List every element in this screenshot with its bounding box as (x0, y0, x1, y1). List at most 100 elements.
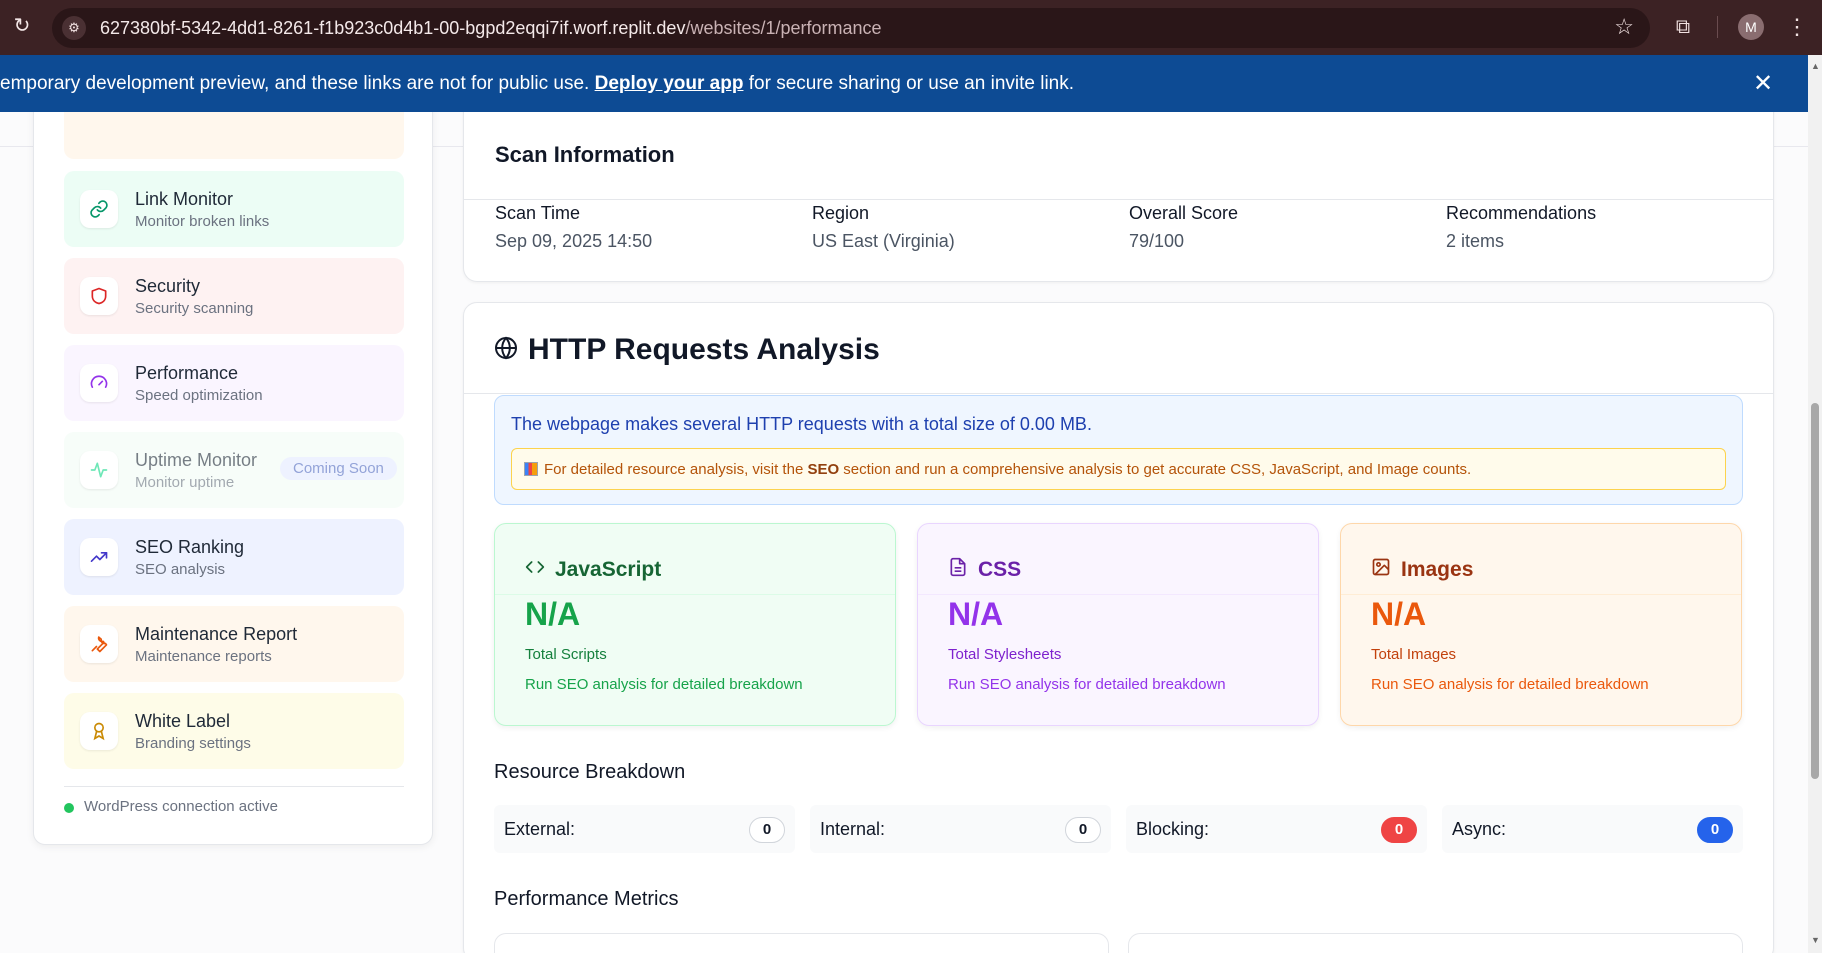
sidebar-item-sub: Maintenance reports (135, 648, 272, 665)
scan-field-score: Overall Score 79/100 (1129, 203, 1238, 252)
sidebar-item-seo-ranking[interactable]: SEO Ranking SEO analysis (64, 519, 404, 595)
performance-metrics-title: Performance Metrics (494, 888, 679, 910)
sidebar-item-white-label[interactable]: White Label Branding settings (64, 693, 404, 769)
http-title: HTTP Requests Analysis (528, 333, 880, 366)
card-divider (918, 594, 1318, 595)
bookmark-star-icon[interactable]: ☆ (1614, 14, 1634, 40)
breakdown-label: Internal: (820, 819, 886, 839)
resource-breakdown-title: Resource Breakdown (494, 761, 686, 783)
scan-field-label: Recommendations (1446, 203, 1597, 223)
trending-up-icon (80, 538, 118, 576)
code-icon (525, 557, 545, 583)
breakdown-count-badge: 0 (1381, 817, 1417, 843)
address-bar[interactable]: ⚙ 627380bf-5342-4dd1-8261-f1b923c0d4b1-0… (52, 8, 1650, 48)
scan-field-recommendations: Recommendations 2 items (1446, 203, 1596, 252)
scan-field-label: Scan Time (495, 203, 581, 223)
sidebar-item-maintenance-report[interactable]: Maintenance Report Maintenance reports (64, 606, 404, 682)
breakdown-label: Async: (1452, 819, 1507, 839)
seo-link[interactable]: SEO (807, 461, 839, 478)
sidebar-item-performance[interactable]: Performance Speed optimization (64, 345, 404, 421)
sidebar-item-label: Maintenance Report (135, 624, 298, 644)
breakdown-external: External: 0 (494, 805, 795, 853)
sidebar-item-label: SEO Ranking (135, 537, 245, 557)
sidebar-item-sub: Branding settings (135, 735, 251, 752)
sidebar-item-label: Link Monitor (135, 189, 234, 209)
http-summary-box: The webpage makes several HTTP requests … (494, 395, 1743, 505)
activity-icon (80, 451, 118, 489)
breakdown-count-badge: 0 (749, 817, 785, 843)
image-icon (1371, 557, 1391, 583)
url-text: 627380bf-5342-4dd1-8261-f1b923c0d4b1-00-… (100, 18, 882, 38)
preview-banner: emporary development preview, and these … (0, 55, 1808, 112)
scroll-down-icon[interactable]: ▼ (1811, 935, 1820, 945)
css-header: CSS (948, 557, 1021, 583)
page-scrollbar[interactable]: ▲ ▼ (1808, 55, 1822, 953)
breakdown-count-badge: 0 (1065, 817, 1101, 843)
gauge-icon (80, 364, 118, 402)
breakdown-count-badge: 0 (1697, 817, 1733, 843)
scan-field-value: 2 items (1446, 231, 1505, 251)
sidebar-item-label: White Label (135, 711, 231, 731)
sidebar-item-label: Performance (135, 363, 239, 383)
javascript-header: JavaScript (525, 557, 661, 583)
file-text-icon (948, 557, 968, 583)
sidebar-item-sub: Speed optimization (135, 387, 263, 404)
images-header: Images (1371, 557, 1473, 583)
globe-icon (494, 335, 518, 365)
css-value: N/A (948, 596, 1004, 632)
sidebar-item-label: Security (135, 276, 201, 296)
sidebar-item-sub: Monitor broken links (135, 213, 270, 230)
browser-menu-icon[interactable]: ⋮ (1786, 12, 1808, 42)
seo-note-text: For detailed resource analysis, visit th… (524, 461, 1471, 478)
sidebar-item-uptime-monitor: Uptime Monitor Monitor uptime Coming Soo… (64, 432, 404, 508)
scan-info-card: Scan Information Scan Time Sep 09, 2025 … (463, 100, 1774, 282)
javascript-label: Total Scripts (525, 646, 607, 663)
card-divider (495, 594, 895, 595)
http-divider (464, 393, 1773, 394)
extensions-icon[interactable]: ⧉ (1670, 14, 1696, 40)
scroll-up-icon[interactable]: ▲ (1811, 61, 1820, 71)
breakdown-internal: Internal: 0 (810, 805, 1111, 853)
wrench-icon (80, 625, 118, 663)
sidebar-item-link-monitor[interactable]: Link Monitor Monitor broken links (64, 171, 404, 247)
coming-soon-badge: Coming Soon (280, 457, 397, 480)
images-label: Total Images (1371, 646, 1457, 663)
breakdown-label: External: (504, 819, 576, 839)
sidebar-item-sub: Security scanning (135, 300, 254, 317)
sidebar-divider (64, 786, 404, 787)
metric-card (1128, 933, 1743, 953)
scan-field-label: Overall Score (1129, 203, 1239, 223)
preview-banner-text: emporary development preview, and these … (0, 73, 1075, 94)
link-icon (80, 190, 118, 228)
images-value: N/A (1371, 596, 1427, 632)
scan-field-value: US East (Virginia) (812, 231, 955, 251)
scan-field-region: Region US East (Virginia) (812, 203, 955, 252)
breakdown-blocking: Blocking: 0 (1126, 805, 1427, 853)
scan-field-value: 79/100 (1129, 231, 1185, 251)
sidebar-item-sub: SEO analysis (135, 561, 226, 578)
metric-card (494, 933, 1109, 953)
profile-avatar[interactable]: M (1738, 14, 1764, 40)
css-card: CSS N/A Total Stylesheets Run SEO analys… (917, 523, 1319, 726)
site-info-icon[interactable]: ⚙ (62, 16, 86, 40)
css-label: Total Stylesheets (948, 646, 1062, 663)
close-icon[interactable]: ✕ (1753, 69, 1773, 98)
deploy-link[interactable]: Deploy your app (595, 73, 744, 94)
css-hint: Run SEO analysis for detailed breakdown (948, 676, 1226, 693)
reload-icon[interactable]: ↻ (10, 14, 34, 38)
sidebar-item-security[interactable]: Security Security scanning (64, 258, 404, 334)
sidebar: Link Monitor Monitor broken links Securi… (33, 90, 433, 845)
sidebar-item-sub: Monitor uptime (135, 474, 235, 491)
shield-icon (80, 277, 118, 315)
scan-divider (464, 199, 1773, 200)
browser-toolbar: ↻ ⚙ 627380bf-5342-4dd1-8261-f1b923c0d4b1… (0, 0, 1822, 55)
javascript-value: N/A (525, 596, 581, 632)
connection-status-dot (64, 803, 74, 813)
breakdown-label: Blocking: (1136, 819, 1210, 839)
sidebar-item-label: Uptime Monitor (135, 450, 258, 470)
toolbar-separator (1717, 16, 1718, 38)
scrollbar-thumb[interactable] (1811, 403, 1819, 779)
http-header: HTTP Requests Analysis (494, 333, 880, 367)
seo-note: For detailed resource analysis, visit th… (511, 448, 1726, 490)
javascript-hint: Run SEO analysis for detailed breakdown (525, 676, 803, 693)
